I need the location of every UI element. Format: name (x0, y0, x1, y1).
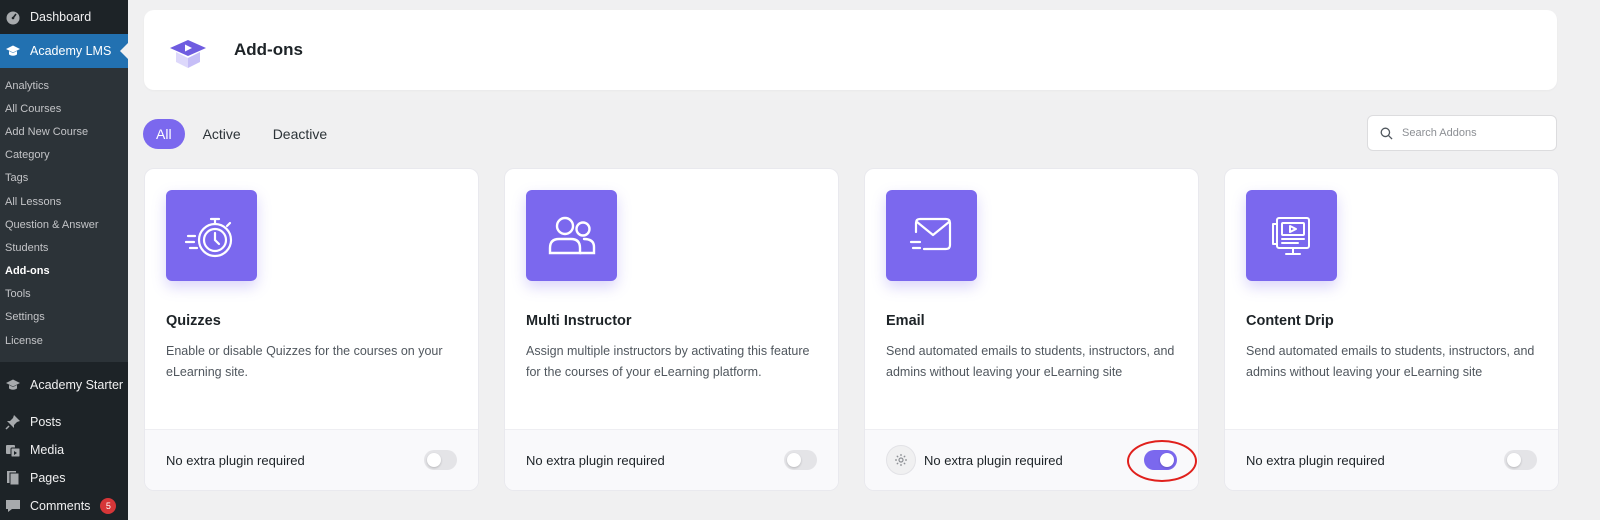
sidebar-item-label: Dashboard (30, 10, 92, 24)
sidebar-subitem-analytics[interactable]: Analytics (0, 74, 128, 97)
sidebar-item-label: Posts (30, 415, 62, 430)
comment-icon (4, 497, 22, 515)
addon-footer: No extra plugin required (505, 429, 838, 490)
addon-footer: No extra plugin required (145, 429, 478, 490)
addon-icon-box (1246, 190, 1337, 281)
addon-requirement-text: No extra plugin required (526, 452, 665, 468)
comments-count-badge: 5 (100, 498, 117, 515)
sidebar-subitem-label: Analytics (5, 79, 50, 92)
graduation-cap-icon (170, 40, 206, 68)
sidebar-item-comments[interactable]: Comments 5 (0, 492, 128, 520)
sidebar-item-label: Comments (30, 499, 91, 514)
addon-description: Send automated emails to students, instr… (1246, 344, 1535, 379)
sidebar-subitem-label: All Lessons (5, 195, 62, 208)
addon-title: Multi Instructor (526, 313, 632, 329)
sidebar-item-label: Academy LMS (30, 44, 112, 58)
admin-sidebar: Dashboard Academy LMS Analytics All Cour… (0, 0, 128, 520)
sidebar-submenu: Analytics All Courses Add New Course Cat… (0, 68, 128, 363)
addon-requirement-text: No extra plugin required (166, 452, 305, 468)
sidebar-subitem-tags[interactable]: Tags (0, 167, 128, 190)
addon-icon-box (166, 190, 257, 281)
page-title: Add-ons (234, 40, 303, 59)
addon-card-email: Email Send automated emails to students,… (864, 168, 1199, 491)
addon-title: Quizzes (166, 313, 221, 329)
graduation-cap-icon (4, 376, 22, 394)
dashboard-icon (4, 8, 22, 26)
media-icon (4, 441, 22, 459)
sidebar-subitem-all-courses[interactable]: All Courses (0, 97, 128, 120)
toggle-knob (1507, 453, 1521, 467)
sidebar-subitem-question-answer[interactable]: Question & Answer (0, 213, 128, 236)
sidebar-item-label: Pages (30, 471, 66, 486)
sidebar-item-media[interactable]: Media (0, 436, 128, 464)
sidebar-subitem-students[interactable]: Students (0, 236, 128, 259)
envelope-icon (909, 217, 951, 250)
search-box (1367, 115, 1557, 151)
filter-tabs: All Active Deactive (143, 119, 341, 149)
pushpin-icon (4, 413, 22, 431)
sidebar-item-academy-starter[interactable]: Academy Starter (0, 368, 128, 402)
addon-icon-box (886, 190, 977, 281)
search-input[interactable] (1402, 127, 1542, 139)
sidebar-subitem-label: All Courses (5, 102, 62, 115)
sidebar-subitem-category[interactable]: Category (0, 144, 128, 167)
sidebar-subitem-label: Add New Course (5, 125, 89, 138)
toggle-knob (1160, 453, 1174, 467)
graduation-cap-icon (4, 42, 22, 60)
tab-all[interactable]: All (143, 119, 185, 149)
addon-description: Assign multiple instructors by activatin… (526, 344, 810, 379)
toggle-knob (427, 453, 441, 467)
sidebar-subitem-license[interactable]: License (0, 329, 128, 352)
addon-footer: No extra plugin required (865, 429, 1198, 490)
tab-deactive[interactable]: Deactive (259, 119, 341, 149)
addon-toggle-multi-instructor[interactable] (784, 450, 817, 470)
sidebar-subitem-label: Add-ons (5, 265, 50, 278)
addon-settings-button[interactable] (886, 445, 916, 475)
sidebar-subitem-label: Students (5, 241, 49, 254)
addon-title: Content Drip (1246, 313, 1334, 329)
sidebar-subitem-label: Tools (5, 288, 31, 301)
sidebar-subitem-settings[interactable]: Settings (0, 306, 128, 329)
addon-requirement-text: No extra plugin required (1246, 452, 1385, 468)
addon-icon-box (526, 190, 617, 281)
search-icon (1380, 127, 1393, 140)
sidebar-item-pages[interactable]: Pages (0, 464, 128, 492)
sidebar-item-academy-lms[interactable]: Academy LMS (0, 34, 128, 68)
page-header: Add-ons (144, 10, 1557, 90)
sidebar-subitem-add-ons[interactable]: Add-ons (0, 260, 128, 283)
addon-title: Email (886, 313, 925, 329)
sidebar-item-dashboard[interactable]: Dashboard (0, 0, 128, 34)
addon-toggle-content-drip[interactable] (1504, 450, 1537, 470)
addon-card-content-drip: Content Drip Send automated emails to st… (1224, 168, 1559, 491)
addon-card-multi-instructor: Multi Instructor Assign multiple instruc… (504, 168, 839, 491)
sidebar-subitem-tools[interactable]: Tools (0, 283, 128, 306)
pages-icon (4, 469, 22, 487)
sidebar-subitem-label: License (5, 334, 43, 347)
addon-description: Send automated emails to students, instr… (886, 344, 1175, 379)
tab-active[interactable]: Active (189, 119, 255, 149)
addon-toggle-quizzes[interactable] (424, 450, 457, 470)
addon-footer: No extra plugin required (1225, 429, 1558, 490)
sidebar-subitem-label: Category (5, 149, 50, 162)
sidebar-subitem-label: Question & Answer (5, 218, 99, 231)
addon-requirement-text: No extra plugin required (924, 452, 1063, 468)
users-icon (548, 216, 595, 254)
addon-card-quizzes: Quizzes Enable or disable Quizzes for th… (144, 168, 479, 491)
addon-description: Enable or disable Quizzes for the course… (166, 344, 443, 379)
stopwatch-icon (184, 217, 232, 257)
sidebar-item-label: Media (30, 443, 65, 458)
gear-icon (895, 454, 907, 466)
sidebar-subitem-all-lessons[interactable]: All Lessons (0, 190, 128, 213)
sidebar-item-label: Academy Starter (30, 378, 124, 393)
sidebar-subitem-add-new-course[interactable]: Add New Course (0, 120, 128, 143)
sidebar-subitem-label: Settings (5, 311, 45, 324)
sidebar-item-posts[interactable]: Posts (0, 408, 128, 436)
sidebar-subitem-label: Tags (5, 172, 29, 185)
toggle-knob (787, 453, 801, 467)
content-drip-icon (1271, 216, 1310, 255)
addon-toggle-email[interactable] (1144, 450, 1177, 470)
